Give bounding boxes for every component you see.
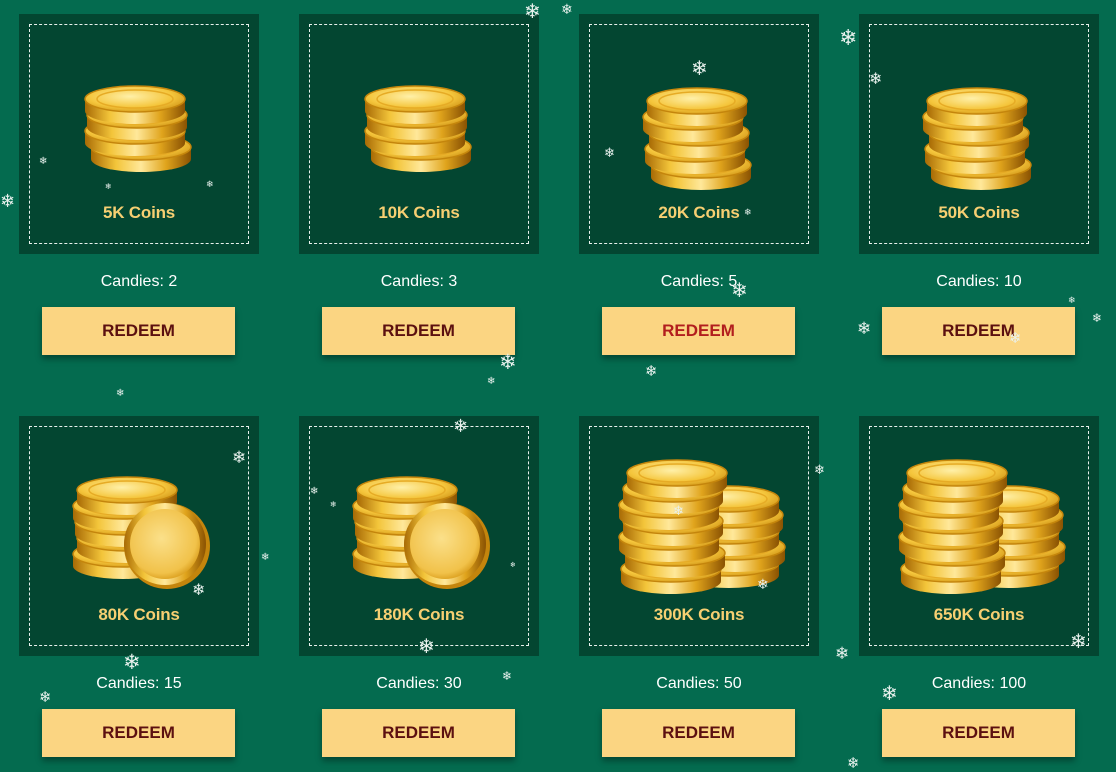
offer-price: Candies: 3 (380, 273, 458, 290)
offer-price: Candies: 15 (96, 675, 182, 692)
offer-name: 180K Coins (373, 605, 465, 624)
offer-card-650k: 650K Coins (859, 416, 1099, 656)
redeem-button-5k[interactable]: REDEEM (42, 307, 235, 355)
offer-price: Candies: 10 (936, 273, 1022, 290)
offers-grid: 5K Coins Candies: 2 REDEEM 10K Coins Can… (0, 0, 1116, 771)
redeem-button-650k[interactable]: REDEEM (882, 709, 1075, 757)
offer-name: 20K Coins (658, 203, 740, 222)
redeem-button-20k[interactable]: REDEEM (602, 307, 795, 355)
redeem-button-80k[interactable]: REDEEM (42, 709, 235, 757)
offer-card-20k: 20K Coins (579, 14, 819, 254)
offer-name: 300K Coins (653, 605, 745, 624)
redeem-button-300k[interactable]: REDEEM (602, 709, 795, 757)
offer-price: Candies: 100 (931, 675, 1027, 692)
offer-name: 650K Coins (933, 605, 1025, 624)
offer-card-80k: 80K Coins (19, 416, 259, 656)
offer-name: 80K Coins (98, 605, 180, 624)
offer-card-10k: 10K Coins (299, 14, 539, 254)
offer-price: Candies: 50 (656, 675, 742, 692)
offer-card-180k: 180K Coins (299, 416, 539, 656)
redeem-button-50k[interactable]: REDEEM (882, 307, 1075, 355)
offer-price: Candies: 2 (100, 273, 178, 290)
offer-price: Candies: 5 (660, 273, 738, 290)
offer-card-300k: 300K Coins (579, 416, 819, 656)
redeem-button-10k[interactable]: REDEEM (322, 307, 515, 355)
offer-name: 50K Coins (938, 203, 1020, 222)
offer-name: 5K Coins (102, 203, 176, 222)
offer-price: Candies: 30 (376, 675, 462, 692)
offer-card-5k: 5K Coins (19, 14, 259, 254)
offer-name: 10K Coins (378, 203, 460, 222)
redeem-button-180k[interactable]: REDEEM (322, 709, 515, 757)
offer-card-50k: 50K Coins (859, 14, 1099, 254)
